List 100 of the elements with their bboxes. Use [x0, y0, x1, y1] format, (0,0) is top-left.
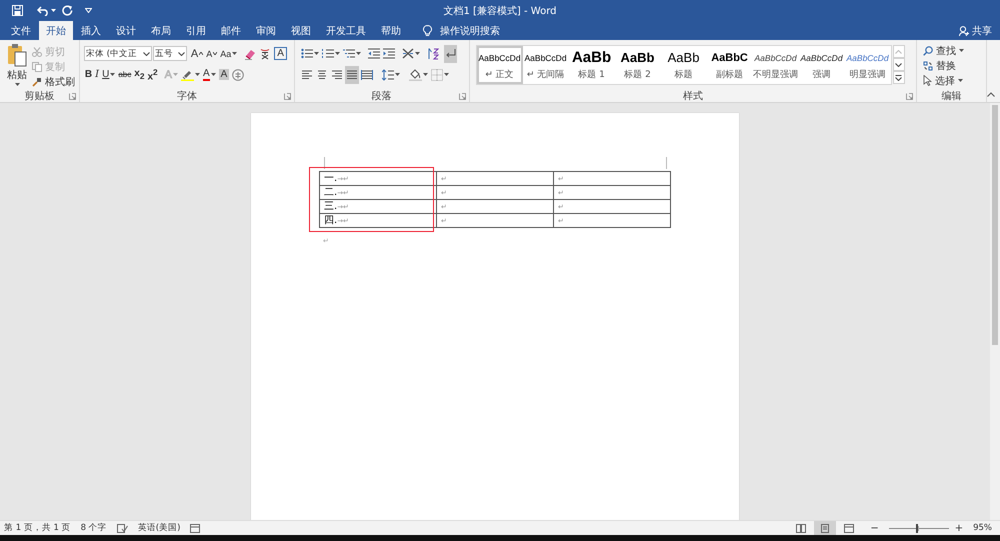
- show-formatting-marks-button[interactable]: [444, 44, 457, 62]
- scroll-thumb[interactable]: [992, 105, 998, 345]
- superscript-button[interactable]: x$^{2}$: [146, 66, 159, 84]
- caret-icon: [232, 52, 238, 55]
- chevron-up-icon: [895, 50, 902, 54]
- redo-icon[interactable]: [62, 5, 73, 16]
- pointer-icon: [923, 75, 932, 86]
- expand-gallery-icon: [895, 74, 902, 80]
- pilcrow-return-icon: [444, 48, 456, 59]
- ribbon-tab[interactable]: 文件: [4, 21, 38, 40]
- down-caret-icon: [213, 52, 218, 55]
- grow-font-button[interactable]: A: [190, 44, 204, 62]
- ribbon-tab[interactable]: 邮件: [214, 21, 248, 40]
- italic-button[interactable]: I: [94, 66, 100, 84]
- style-item[interactable]: AaBbCcDd ↵ 正文: [476, 46, 523, 84]
- paste-button[interactable]: 粘贴: [6, 43, 28, 86]
- zoom-level[interactable]: 95%: [973, 523, 992, 533]
- style-item[interactable]: AaBb 标题 2: [614, 46, 661, 84]
- font-size-field[interactable]: 五号: [152, 46, 187, 61]
- caret-icon: [394, 73, 400, 76]
- borders-icon: [430, 68, 443, 80]
- scissors-icon: [32, 46, 42, 56]
- ribbon-tab[interactable]: 插入: [74, 21, 108, 40]
- multilevel-list-icon: [342, 48, 355, 59]
- dialog-launcher-icon[interactable]: [906, 93, 914, 100]
- subscript-button[interactable]: x$_{2}$: [133, 66, 146, 84]
- asian-layout-icon: [402, 48, 414, 59]
- style-item[interactable]: AaBbCcDd ↵ 无间隔: [522, 46, 569, 84]
- style-item[interactable]: AaBb 标题: [660, 46, 707, 84]
- customize-caret-icon[interactable]: [85, 8, 92, 13]
- ribbon-tab[interactable]: 设计: [109, 21, 143, 40]
- chevron-down-icon: [895, 62, 902, 66]
- up-caret-icon: [199, 52, 204, 55]
- underline-button[interactable]: U: [101, 66, 116, 84]
- ribbon-tab[interactable]: 视图: [284, 21, 318, 40]
- strikethrough-button[interactable]: abc: [117, 66, 132, 84]
- justify-button[interactable]: [344, 66, 359, 84]
- ribbon-tab[interactable]: 引用: [179, 21, 213, 40]
- change-case-button[interactable]: Aa: [219, 44, 238, 62]
- decrease-indent-icon: [368, 48, 380, 59]
- style-item[interactable]: AaBbCcDd 明显强调: [844, 46, 891, 84]
- zoom-out-button[interactable]: −: [870, 522, 879, 534]
- view-icon: [796, 524, 806, 532]
- proofing-icon[interactable]: [116, 524, 128, 532]
- line-spacing-icon: [382, 68, 394, 80]
- ribbon-tab[interactable]: 开始: [39, 21, 73, 40]
- zoom-in-button[interactable]: +: [954, 522, 964, 534]
- print-layout-button[interactable]: [814, 521, 836, 535]
- ribbon-tab[interactable]: 审阅: [249, 21, 283, 40]
- bullet-list-icon: [300, 48, 313, 59]
- window-title: 文档1 [兼容模式] - Word: [443, 4, 556, 18]
- select-button[interactable]: 选择: [923, 73, 986, 88]
- crop-mark: [666, 157, 667, 169]
- scrollbar-track[interactable]: [990, 103, 1000, 520]
- lightbulb-icon: [423, 24, 432, 36]
- slider-thumb[interactable]: [916, 524, 918, 532]
- paint-bucket-icon: [408, 68, 422, 80]
- scroll-down-button[interactable]: [892, 58, 905, 71]
- undo-icon[interactable]: [37, 6, 49, 16]
- style-item[interactable]: AaBbCcDd 不明显强调: [752, 46, 799, 84]
- language-indicator[interactable]: 英语(美国): [138, 522, 180, 534]
- share-button[interactable]: 共享: [959, 21, 992, 40]
- save-icon[interactable]: [12, 5, 23, 16]
- style-item[interactable]: AaBb 标题 1: [568, 46, 615, 84]
- caret-icon: [958, 79, 964, 82]
- view-icon: [844, 524, 854, 532]
- ribbon-tab[interactable]: 帮助: [374, 21, 408, 40]
- ribbon-tab[interactable]: 布局: [144, 21, 178, 40]
- circled-character-icon: [232, 68, 244, 80]
- tell-me-search[interactable]: 操作说明搜索: [440, 24, 500, 38]
- caret-icon: [422, 73, 428, 76]
- group-label: 段落: [372, 90, 392, 102]
- format-painter-button[interactable]: 格式刷: [32, 74, 75, 89]
- replace-button[interactable]: 替换: [923, 58, 986, 73]
- dropdown-chevron-icon: [178, 52, 185, 56]
- caret-icon: [444, 73, 449, 76]
- character-border-button[interactable]: A: [273, 44, 288, 62]
- find-button[interactable]: 查找: [923, 43, 986, 58]
- dialog-launcher-icon[interactable]: [458, 93, 466, 100]
- collapse-ribbon-icon[interactable]: [987, 92, 996, 97]
- alignment-icon: [300, 68, 313, 80]
- bold-button[interactable]: B: [84, 66, 94, 84]
- word-count[interactable]: 8 个字: [80, 522, 107, 534]
- font-name-field[interactable]: 宋体 (中文正: [84, 46, 152, 61]
- font-color-button[interactable]: A: [202, 66, 217, 84]
- eraser-icon: [244, 48, 256, 60]
- style-item[interactable]: AaBbCcDd 强调: [798, 46, 845, 84]
- macro-record-icon[interactable]: [190, 524, 200, 532]
- person-icon: [959, 26, 969, 36]
- style-item[interactable]: AaBbC 副标题: [706, 46, 753, 84]
- shrink-font-button[interactable]: A: [205, 44, 218, 62]
- copy-icon: [32, 62, 42, 72]
- ribbon-tab[interactable]: 开发工具: [319, 21, 373, 40]
- caret-icon: [14, 83, 20, 86]
- more-styles-button[interactable]: [892, 71, 905, 84]
- dialog-launcher-icon[interactable]: [68, 93, 76, 100]
- caret-icon: [314, 52, 319, 55]
- dialog-launcher-icon[interactable]: [284, 93, 291, 100]
- page-count[interactable]: 第 1 页，共 1 页: [4, 522, 71, 534]
- numbered-list-icon: [322, 48, 334, 59]
